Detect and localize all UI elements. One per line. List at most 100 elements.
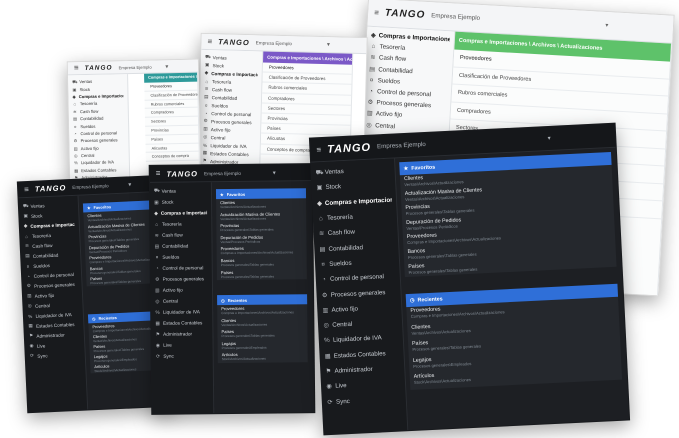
chevron-down-icon[interactable]: ▾ [273, 169, 276, 176]
sidebar-item-label: Sync [37, 352, 48, 359]
hamburger-menu-icon[interactable]: ≡ [24, 184, 29, 193]
building-icon: ▥ [203, 125, 208, 132]
favorites-title: Favoritos [93, 204, 112, 211]
sidebar-item-estados-contables[interactable]: ▦ Estados Contables [155, 317, 208, 329]
sidebar-item-compras-e-importaciones[interactable]: ◈ Compras e Importaciones [154, 207, 207, 219]
item-path: Ventas\Procesos Periódicos [220, 239, 261, 244]
sidebar-item-label: Procesos generales [162, 276, 205, 282]
sidebar-item-label: Administrador [163, 331, 193, 337]
recents-item[interactable]: Clientes Ventas\Archivos\Actualizaciones [217, 316, 307, 328]
sidebar-item-label: Estados Contables [163, 320, 203, 326]
company-selector[interactable]: Empresa Ejemplo [72, 183, 108, 190]
company-selector[interactable]: Empresa Ejemplo [431, 12, 480, 22]
company-selector[interactable]: Empresa Ejemplo [204, 170, 241, 175]
sidebar-item-label: Procesos generales [80, 137, 118, 144]
favorites-item[interactable]: Países Procesos generales\Tablas generale… [217, 268, 307, 281]
favorites-item[interactable]: Actualización Masiva de Clientes Ventas\A… [216, 210, 306, 223]
sidebar-item-ventas[interactable]: ⛟ Ventas [154, 185, 207, 197]
favorites-item[interactable]: Clientes Ventas\Archivos\Actualizaciones [216, 198, 306, 211]
sidebar-item-liquidador-de-iva[interactable]: % Liquidador de IVA [155, 306, 208, 318]
sidebar-item-label: Central [332, 320, 353, 329]
report-icon: ▦ [202, 149, 208, 156]
sidebar-item-cash-flow[interactable]: ≋ Cash flow [154, 229, 207, 241]
sidebar-item-procesos-generales[interactable]: ⚙ Procesos generales [155, 273, 208, 285]
sidebar-item-label: Contabilidad [328, 243, 364, 253]
clock-icon: ◷ [92, 316, 96, 322]
chevron-down-icon[interactable]: ▾ [327, 41, 330, 48]
sidebar-item-live[interactable]: ◉Live [156, 339, 209, 351]
top-bar: ≡ TANGO Empresa Ejemplo ▾ [17, 175, 165, 199]
sidebar-item-sueldos[interactable]: ¤ Sueldos [155, 251, 208, 263]
hamburger-menu-icon[interactable]: ≡ [74, 63, 79, 72]
sidebar-item-label: Activo fijo [331, 305, 359, 314]
favorites-item[interactable]: Bancos Procesos generales\Tablas generale… [217, 256, 307, 269]
item-path: Procesos generales\Empleados [221, 345, 267, 350]
sidebar-item-label: Central [80, 152, 95, 159]
recents-card: ◷ Recientes Proveedores Compras e Importaci… [405, 283, 623, 390]
recents-item[interactable]: Países Procesos generales\Tablas generale… [217, 327, 307, 339]
gear-icon: ⚙ [26, 282, 32, 289]
favorites-item[interactable]: Proveedores Compras e Importaciones\Archi… [217, 245, 307, 258]
star-icon: ★ [86, 205, 91, 211]
sidebar-item-label: Liquidador de IVA [162, 309, 200, 315]
sidebar-item-label: Tesorería [379, 43, 406, 53]
sidebar-item-label: Procesos generales [34, 281, 75, 289]
chevron-down-icon[interactable]: ▾ [547, 135, 550, 142]
chevron-down-icon[interactable]: ▾ [605, 22, 608, 29]
company-selector[interactable]: Empresa Ejemplo [119, 64, 152, 70]
sidebar-item-sync[interactable]: ⟳ Sync [326, 391, 402, 410]
star-icon: ★ [219, 191, 224, 197]
sidebar-item-label: Control de personal [33, 271, 74, 279]
bag-icon: ◈ [23, 223, 28, 229]
bag-icon: ◈ [72, 94, 76, 100]
sidebar-item-label: Contabilidad [32, 252, 59, 259]
chevron-down-icon[interactable]: ▾ [165, 63, 168, 70]
sidebar-item-label: Cash flow [32, 242, 53, 249]
sidebar-item-activo-fijo[interactable]: ▥ Activo fijo [155, 284, 208, 296]
gear-icon: ⚙ [155, 276, 160, 282]
item-path: Stock\Archivos\Actualizaciones [221, 356, 266, 362]
item-path: Compras e Importaciones\Archivos\Actuali… [221, 310, 294, 316]
bag-icon: ◈ [154, 210, 158, 216]
ledger-icon: ▤ [73, 116, 78, 122]
sidebar-item-control-de-personal[interactable]: ◔ Control de personal [155, 262, 208, 274]
sync-icon: ⟳ [327, 398, 333, 406]
sidebar-item-contabilidad[interactable]: ▤ Contabilidad [154, 240, 207, 252]
central-icon: ◎ [203, 133, 208, 140]
hamburger-menu-icon[interactable]: ≡ [156, 169, 161, 178]
tango-logo: TANGO [166, 168, 199, 179]
recents-item[interactable]: Artículos Stock\Archivos\Actualizaciones [218, 350, 308, 362]
item-path: Compras e Importaciones\Archivos\Actuali… [220, 250, 294, 256]
hamburger-menu-icon[interactable]: ≡ [316, 145, 321, 154]
money-icon: ¤ [369, 76, 374, 84]
recents-item[interactable]: Proveedores Compras e Importaciones\Archi… [217, 304, 307, 316]
sidebar-item-label: Tesorería [161, 221, 182, 227]
sidebar-item-label: Stock [30, 212, 43, 219]
favorites-item[interactable]: Depuración de Pedidos Ventas\Procesos Per… [216, 233, 306, 246]
hamburger-menu-icon[interactable]: ≡ [207, 37, 212, 46]
hamburger-menu-icon[interactable]: ≡ [374, 8, 379, 17]
sync-icon: ⟳ [29, 352, 35, 359]
sidebar-item-sync[interactable]: ⟳ Sync [156, 350, 209, 362]
company-selector[interactable]: Empresa Ejemplo [256, 40, 292, 46]
sidebar-item-label: Control de personal [376, 88, 432, 99]
central-icon: ◎ [366, 121, 372, 129]
central-icon: ◎ [73, 153, 78, 159]
sidebar-item-label: Compras e Importaciones [211, 70, 258, 78]
sidebar-item-label: Sync [163, 353, 174, 359]
live-icon: ◉ [29, 342, 34, 349]
recents-item[interactable]: Legajos Procesos generales\Empleados [218, 339, 308, 351]
chevron-down-icon[interactable]: ▾ [128, 181, 131, 188]
company-selector[interactable]: Empresa Ejemplo [377, 141, 426, 150]
sidebar-item-tesorer-a[interactable]: ⌂ Tesorería [154, 218, 207, 230]
sidebar-item-sync[interactable]: ⟳ Sync [30, 349, 81, 361]
favorites-item[interactable]: Provincias Procesos generales\Tablas gene… [216, 221, 306, 234]
sidebar-item-central[interactable]: ◎ Central [155, 295, 208, 307]
sidebar-item-label: Cash flow [327, 228, 356, 238]
gear-icon: ⚙ [367, 99, 374, 107]
money-icon: ¤ [73, 123, 77, 129]
submenu-item[interactable]: Conceptos de compra [145, 152, 199, 162]
sidebar-item-administrador[interactable]: ⚑Administrador [155, 328, 208, 340]
cash-icon: ≋ [154, 232, 159, 238]
sidebar-item-stock[interactable]: ▣ Stock [154, 196, 207, 208]
